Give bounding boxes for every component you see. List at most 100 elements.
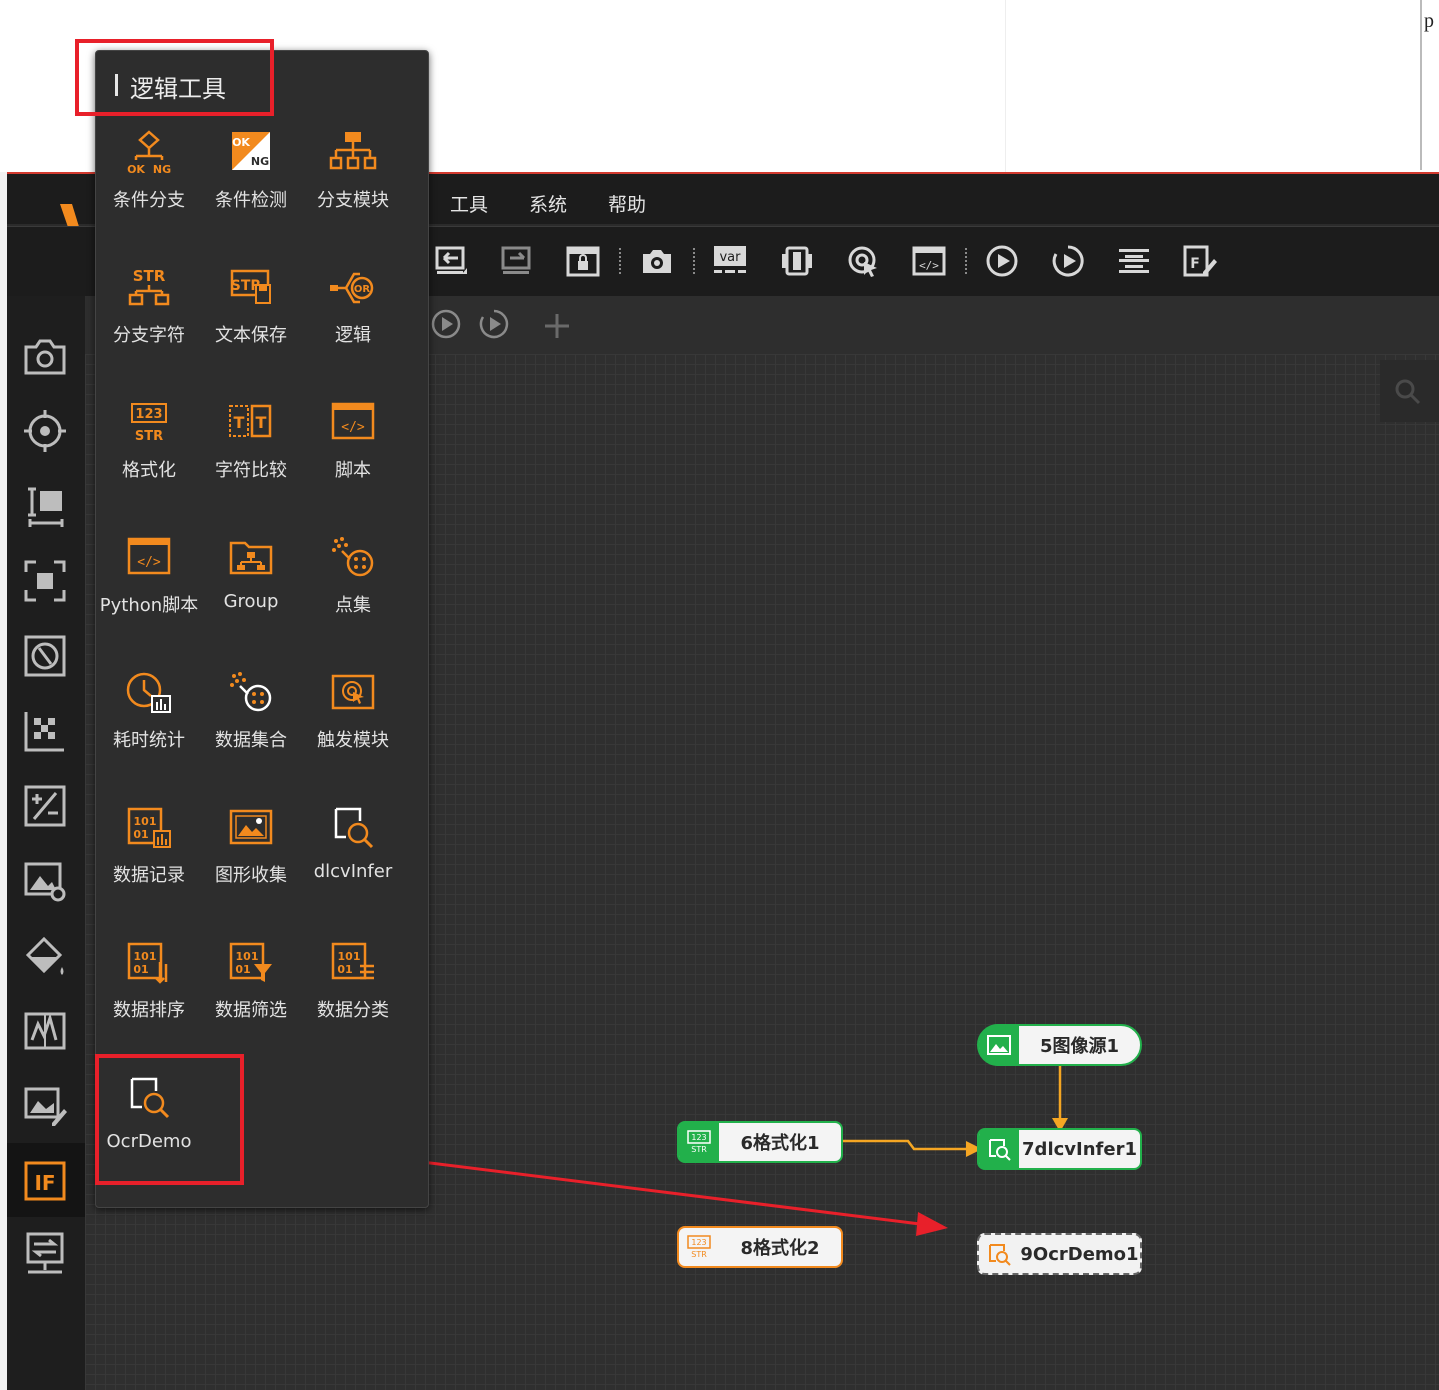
- document-divider: [1005, 0, 1006, 172]
- tool-condition-check[interactable]: OK NG 条件检测: [200, 130, 302, 250]
- svg-text:STR: STR: [135, 429, 163, 444]
- toolbar-separator: [965, 248, 968, 274]
- sidebar-measure-icon[interactable]: [22, 483, 68, 529]
- tool-string-compare[interactable]: TT 字符比较: [200, 400, 302, 520]
- tool-data-sort[interactable]: 101 01 数据排序: [98, 940, 200, 1060]
- run-once-icon[interactable]: [985, 244, 1019, 278]
- tool-label: 分支模块: [317, 190, 389, 211]
- tab-loop-icon[interactable]: [478, 308, 510, 340]
- tool-label: 点集: [335, 595, 371, 616]
- flow-node[interactable]: 9OcrDemo1: [977, 1233, 1142, 1275]
- tool-label: dlcvInfer: [313, 861, 393, 882]
- tool-label: 脚本: [335, 460, 371, 481]
- svg-text:NG: NG: [153, 163, 171, 176]
- tool-data-filter[interactable]: 101 01 数据筛选: [200, 940, 302, 1060]
- tool-time-stat[interactable]: 耗时统计: [98, 670, 200, 790]
- background-strip: [0, 172, 7, 1390]
- tool-data-set[interactable]: 数据集合: [200, 670, 302, 790]
- tool-python-script[interactable]: </> Python脚本: [98, 535, 200, 655]
- data-classify-icon: 10101: [331, 942, 374, 980]
- ocr-demo-icon: [979, 1233, 1019, 1275]
- sidebar-logic-if-icon[interactable]: IF: [22, 1158, 68, 1204]
- tool-label: 文本保存: [215, 325, 287, 346]
- tool-text-save[interactable]: STR 文本保存: [200, 265, 302, 385]
- menu-help[interactable]: 帮助: [608, 190, 646, 217]
- highlight-ocr-demo-tool: [95, 1054, 244, 1185]
- svg-text:101: 101: [236, 950, 259, 963]
- sidebar-calibration-icon[interactable]: [22, 633, 68, 679]
- sidebar-defect-icon[interactable]: [22, 1008, 68, 1054]
- settings-list-icon[interactable]: [1117, 244, 1151, 278]
- tool-label: 条件分支: [113, 190, 185, 211]
- sidebar-calibration-board-icon[interactable]: [22, 708, 68, 754]
- tool-group[interactable]: Group: [200, 535, 302, 655]
- sidebar-deep-learning-icon[interactable]: [22, 1083, 68, 1129]
- trigger-cursor-icon[interactable]: [846, 244, 880, 278]
- svg-text:</>: </>: [137, 555, 161, 570]
- flow-node-label: 6格式化1: [740, 1133, 820, 1154]
- format-123-str-icon: 123 STR: [131, 403, 167, 444]
- edit-form-icon[interactable]: F: [1183, 244, 1217, 278]
- branch-ok-ng-icon: OK NG: [127, 130, 171, 176]
- tool-dlcv-infer[interactable]: dlcvInfer: [302, 805, 404, 925]
- sidebar-locate-icon[interactable]: [22, 408, 68, 454]
- tool-logic[interactable]: OR 逻辑: [302, 265, 404, 385]
- image-source-icon: [979, 1024, 1019, 1066]
- tool-image-collect[interactable]: 图形收集: [200, 805, 302, 925]
- document-text-fragment: p: [1424, 10, 1434, 32]
- variable-icon[interactable]: var: [713, 244, 747, 278]
- flow-node[interactable]: 123 STR 8格式化2: [677, 1226, 843, 1268]
- flow-node[interactable]: 123 STR 6格式化1: [677, 1121, 843, 1163]
- add-tab-icon[interactable]: [543, 312, 571, 340]
- menu-system[interactable]: 系统: [529, 190, 567, 217]
- run-loop-icon[interactable]: [1051, 244, 1085, 278]
- tab-run-icon[interactable]: [430, 308, 462, 340]
- tool-data-record[interactable]: 101 01 数据记录: [98, 805, 200, 925]
- tool-label: 耗时统计: [113, 730, 185, 751]
- svg-text:F: F: [1190, 256, 1200, 272]
- menu-tools[interactable]: 工具: [450, 190, 488, 217]
- tool-data-classify[interactable]: 101 01 数据分类: [302, 940, 404, 1060]
- undo-icon[interactable]: [434, 244, 468, 278]
- tool-point-set[interactable]: 点集: [302, 535, 404, 655]
- canvas-search-button[interactable]: [1380, 360, 1439, 422]
- script-icon: </>: [331, 402, 375, 440]
- sidebar-recognition-icon[interactable]: [22, 558, 68, 604]
- tool-format[interactable]: 123 STR 格式化: [98, 400, 200, 520]
- device-icon[interactable]: [780, 244, 814, 278]
- svg-text:IF: IF: [34, 1171, 55, 1195]
- svg-text:OR: OR: [354, 284, 371, 295]
- highlight-popup-title: [75, 39, 274, 116]
- tool-trigger[interactable]: 触发模块: [302, 670, 404, 790]
- sidebar-communication-icon[interactable]: [22, 1230, 68, 1276]
- search-icon: [1395, 379, 1421, 405]
- tool-label: 格式化: [122, 460, 176, 481]
- point-set-icon: [332, 537, 374, 577]
- svg-text:01: 01: [337, 963, 352, 976]
- python-script-icon: </>: [127, 537, 171, 575]
- svg-text:01: 01: [133, 828, 148, 841]
- flow-node-label: 5图像源1: [1039, 1036, 1120, 1057]
- tool-branch-module[interactable]: 分支模块: [302, 130, 404, 250]
- camera-icon[interactable]: [640, 244, 674, 278]
- lock-window-icon[interactable]: [566, 244, 600, 278]
- sidebar-operation-icon[interactable]: [22, 783, 68, 829]
- sidebar-image-process-icon[interactable]: [22, 858, 68, 904]
- tool-condition-branch[interactable]: OK NG 条件分支: [98, 130, 200, 250]
- svg-text:STR: STR: [691, 1250, 707, 1259]
- redo-icon[interactable]: [500, 244, 534, 278]
- script-editor-icon[interactable]: </>: [912, 244, 946, 278]
- svg-text:101: 101: [134, 950, 157, 963]
- tool-script[interactable]: </> 脚本: [302, 400, 404, 520]
- sidebar-color-icon[interactable]: [22, 933, 68, 979]
- sidebar-camera-icon[interactable]: [22, 333, 68, 379]
- svg-text:123: 123: [691, 1238, 706, 1247]
- tool-label: Python脚本: [99, 595, 199, 616]
- format-icon: 123 STR: [679, 1121, 719, 1163]
- flow-node[interactable]: 5图像源1: [977, 1024, 1142, 1066]
- tool-branch-string[interactable]: STR 分支字符: [98, 265, 200, 385]
- flow-node[interactable]: 7dlcvInfer1: [977, 1128, 1142, 1170]
- trigger-icon: [331, 674, 375, 710]
- svg-text:</>: </>: [919, 259, 939, 272]
- svg-text:01: 01: [133, 963, 148, 976]
